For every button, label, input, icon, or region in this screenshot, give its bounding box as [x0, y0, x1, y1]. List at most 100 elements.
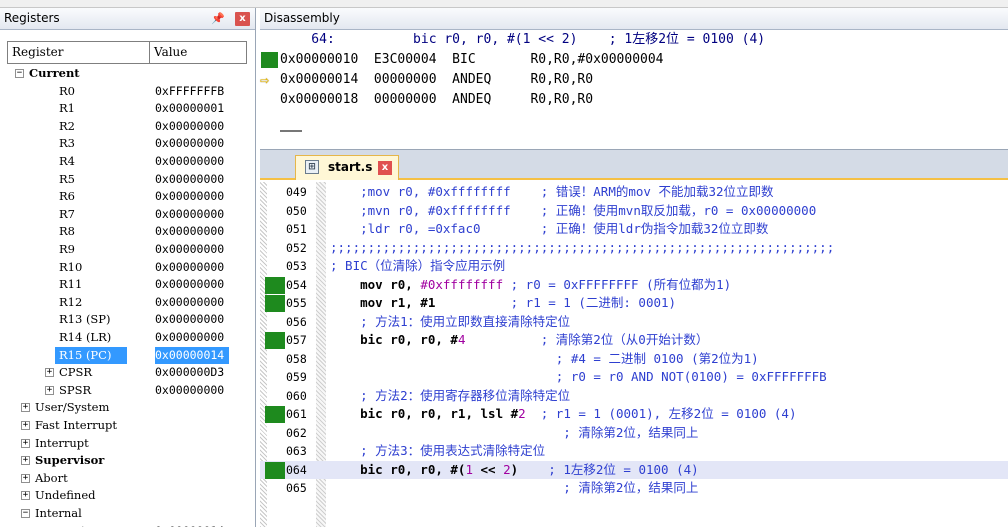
- code-comment: ; 方法1：使用立即数直接清除特定位: [330, 313, 571, 329]
- tab-close-icon[interactable]: x: [378, 161, 392, 175]
- expand-toggle-icon[interactable]: +: [21, 473, 30, 483]
- code-comment: ;ldr r0, =0xfac0 ; 正确！使用ldr伪指令加载32位立即数: [330, 221, 769, 236]
- code-line[interactable]: 054 mov r0, #0xffffffff ; r0 = 0xFFFFFFF…: [260, 276, 1008, 294]
- expand-toggle-icon[interactable]: +: [45, 368, 54, 378]
- registers-panel-title: Registers 📌 x: [0, 8, 255, 30]
- column-header-register[interactable]: Register: [8, 42, 150, 63]
- register-value: 0x00000014: [155, 523, 224, 527]
- register-row[interactable]: R9 0x00000000: [7, 241, 253, 259]
- group-current[interactable]: − Current: [7, 65, 253, 83]
- register-row[interactable]: R14 (LR) 0x00000000: [7, 329, 253, 347]
- line-number: 054: [286, 277, 307, 292]
- line-number: 055: [286, 296, 307, 310]
- register-row[interactable]: R15 (PC) 0x00000014: [7, 346, 253, 365]
- register-row[interactable]: R0 0xFFFFFFFB: [7, 83, 253, 101]
- line-number: 056: [286, 314, 307, 329]
- expand-toggle-icon[interactable]: +: [21, 491, 30, 501]
- expand-toggle-icon[interactable]: −: [15, 69, 24, 78]
- register-name: SPSR: [59, 382, 92, 397]
- register-row-spsr[interactable]: + SPSR 0x00000000: [7, 382, 253, 400]
- expand-toggle-icon[interactable]: +: [21, 421, 30, 430]
- expand-toggle-icon[interactable]: +: [21, 403, 30, 413]
- code-line[interactable]: 056 ; 方法1：使用立即数直接清除特定位: [260, 313, 1008, 331]
- group-row[interactable]: + Undefined: [7, 487, 253, 505]
- code-line[interactable]: 063 ; 方法3：使用表达式清除特定位: [260, 442, 1008, 460]
- code-text: ; r0 = r0 AND NOT(0100) = 0xFFFFFFFB: [330, 368, 827, 386]
- register-row[interactable]: R10 0x00000000: [7, 259, 253, 277]
- code-immediate: 2: [518, 406, 526, 421]
- code-line[interactable]: 049 ;mov r0, #0xffffffff ; 错误！ARM的mov 不能…: [260, 183, 1008, 201]
- code-comment: ; BIC（位清除）指令应用示例: [330, 258, 506, 273]
- register-value: 0x00000000: [155, 118, 225, 133]
- disassembly-row[interactable]: 0x00000010 E3C00004 BIC R0,R0,#0x0000000…: [260, 50, 1008, 70]
- expand-toggle-icon[interactable]: +: [45, 385, 54, 395]
- register-name: Fast Interrupt: [35, 418, 117, 432]
- expand-toggle-icon[interactable]: +: [21, 456, 30, 466]
- line-number: 057: [286, 333, 307, 347]
- register-name: R0: [59, 83, 75, 98]
- close-icon[interactable]: x: [235, 12, 250, 26]
- register-name: R4: [59, 154, 75, 168]
- executed-marker: [265, 461, 285, 479]
- disassembly-text: 64: bic r0, r0, #(1 << 2) ; 1左移2位 = 0100…: [280, 32, 766, 47]
- code-comment: ; 方法3：使用表达式清除特定位: [330, 443, 546, 458]
- group-row[interactable]: + User/System: [7, 399, 253, 417]
- code-line[interactable]: 058 ; #4 = 二进制 0100 (第2位为1): [260, 350, 1008, 368]
- code-line[interactable]: 051 ;ldr r0, =0xfac0 ; 正确！使用ldr伪指令加载32位立…: [260, 220, 1008, 238]
- disassembly-row[interactable]: 0x00000018 00000000 ANDEQ R0,R0,R0: [260, 90, 1008, 110]
- source-editor: ⊞ start.s x 049 ;mov r0, #0xffffffff ; 错…: [260, 150, 1008, 527]
- tab-start-s[interactable]: ⊞ start.s x: [295, 155, 399, 180]
- register-row[interactable]: R1 0x00000001: [7, 100, 253, 118]
- code-line[interactable]: 062 ; 清除第2位，结果同上: [260, 424, 1008, 442]
- code-line[interactable]: 060 ; 方法2：使用寄存器移位清除特定位: [260, 387, 1008, 405]
- code-line[interactable]: 065 ; 清除第2位，结果同上: [260, 479, 1008, 497]
- register-value: 0x00000000: [155, 171, 225, 186]
- code-line[interactable]: 055 mov r1, #1 ; r1 = 1 (二进制: 0001): [260, 294, 1008, 312]
- expand-toggle-icon[interactable]: +: [21, 438, 30, 448]
- code-line[interactable]: 052;;;;;;;;;;;;;;;;;;;;;;;;;;;;;;;;;;;;;…: [260, 239, 1008, 257]
- register-value: 0x00000000: [155, 259, 225, 274]
- line-number: 063: [286, 444, 307, 458]
- pin-icon[interactable]: 📌: [211, 8, 225, 29]
- register-row[interactable]: R6 0x00000000: [7, 188, 253, 206]
- group-row[interactable]: + Supervisor: [7, 452, 253, 470]
- code-line[interactable]: 059 ; r0 = r0 AND NOT(0100) = 0xFFFFFFFB: [260, 368, 1008, 386]
- register-row[interactable]: R13 (SP) 0x00000000: [7, 311, 253, 329]
- group-row[interactable]: − Internal: [7, 505, 253, 523]
- code-instruction: bic r0, r0, #: [330, 332, 458, 347]
- line-number: 061: [286, 407, 307, 421]
- column-header-value[interactable]: Value: [150, 42, 187, 63]
- register-name: Supervisor: [35, 453, 105, 468]
- register-row[interactable]: R4 0x00000000: [7, 153, 253, 171]
- disassembly-source-line[interactable]: 64: bic r0, r0, #(1 << 2) ; 1左移2位 = 0100…: [260, 30, 1008, 50]
- register-row[interactable]: R7 0x00000000: [7, 206, 253, 224]
- register-row[interactable]: R3 0x00000000: [7, 135, 253, 153]
- register-name: PC $: [59, 523, 87, 527]
- register-row-cpsr[interactable]: + CPSR 0x000000D3: [7, 364, 253, 382]
- code-line[interactable]: 061 bic r0, r0, r1, lsl #2 ; r1 = 1 (000…: [260, 405, 1008, 423]
- register-value: 0x00000014: [155, 346, 229, 365]
- tab-label: start.s: [328, 160, 373, 174]
- group-row[interactable]: + Fast Interrupt: [7, 417, 253, 435]
- disassembly-text: 0x00000014 00000000 ANDEQ R0,R0,R0: [280, 72, 594, 87]
- code-instruction: bic r0, r0, r1, lsl #: [330, 406, 519, 421]
- code-area[interactable]: 049 ;mov r0, #0xffffffff ; 错误！ARM的mov 不能…: [260, 182, 1008, 527]
- register-row[interactable]: R12 0x00000000: [7, 294, 253, 312]
- group-row[interactable]: + Interrupt: [7, 435, 253, 453]
- group-row[interactable]: + Abort: [7, 470, 253, 488]
- code-comment: ;mvn r0, #0xffffffff ; 正确！使用mvn取反加载，r0 =…: [330, 202, 817, 218]
- register-name: R13 (SP): [59, 312, 111, 327]
- expand-toggle-icon[interactable]: −: [21, 509, 30, 518]
- disassembly-row[interactable]: ⇨ 0x00000014 00000000 ANDEQ R0,R0,R0: [260, 70, 1008, 90]
- register-row[interactable]: PC $ 0x00000014: [7, 523, 253, 527]
- register-row[interactable]: R2 0x00000000: [7, 118, 253, 136]
- code-line[interactable]: 053 ; BIC（位清除）指令应用示例: [260, 257, 1008, 275]
- code-line[interactable]: 050 ;mvn r0, #0xffffffff ; 正确！使用mvn取反加载，…: [260, 202, 1008, 220]
- line-number: 065: [286, 481, 307, 495]
- code-line[interactable]: 057 bic r0, r0, #4 ; 清除第2位（从0开始计数）: [260, 331, 1008, 349]
- register-row[interactable]: R5 0x00000000: [7, 171, 253, 189]
- code-line[interactable]: 064 bic r0, r0, #(1 << 2) ; 1左移2位 = 0100…: [260, 460, 1008, 479]
- register-row[interactable]: R11 0x00000000: [7, 276, 253, 294]
- code-text: ; #4 = 二进制 0100 (第2位为1): [330, 350, 759, 368]
- register-row[interactable]: R8 0x00000000: [7, 223, 253, 241]
